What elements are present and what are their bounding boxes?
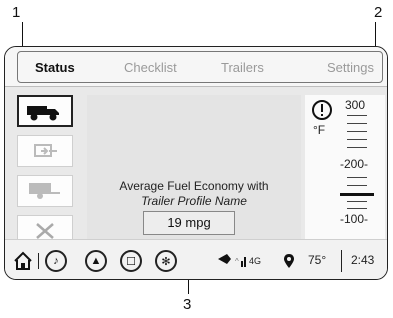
trailer-connect-icon	[34, 144, 57, 157]
trailer-profile-name: Trailer Profile Name	[141, 194, 247, 208]
gauge-tick	[347, 177, 367, 178]
svg-text:^: ^	[235, 257, 239, 266]
gauge-tick	[347, 208, 367, 209]
gauge-label-100: -100-	[340, 212, 369, 226]
sidebar-item-truck[interactable]	[17, 95, 73, 127]
callout-3: 3	[183, 296, 192, 313]
engine-warning-icon	[312, 100, 332, 120]
gauge-tick	[347, 147, 367, 148]
bottom-bar: ♪ ▲ ☐ ✻ ^ 4G 75° 2:43	[5, 239, 387, 279]
divider	[38, 253, 39, 269]
gauge-tick	[347, 139, 367, 140]
signal-icon: ^	[218, 254, 246, 267]
location-icon	[284, 254, 294, 268]
gauge-tick	[347, 185, 367, 186]
infotainment-screen: Status Checklist Trailers Settings Avera…	[4, 46, 388, 280]
tab-checklist[interactable]: Checklist	[124, 60, 177, 75]
sidebar-item-trailer-connect[interactable]	[17, 135, 73, 167]
onstar-icon[interactable]: ✻	[155, 250, 177, 272]
tab-bar: Status Checklist Trailers Settings	[5, 47, 387, 87]
gauge-label-200: -200-	[340, 157, 369, 171]
sidebar-item-trailer[interactable]	[17, 175, 73, 207]
outside-temperature: 75°	[308, 253, 327, 267]
network-type: 4G	[249, 256, 262, 266]
home-icon[interactable]	[13, 251, 33, 271]
fuel-economy-panel: Average Fuel Economy with Trailer Profil…	[87, 95, 301, 253]
truck-icon	[27, 106, 59, 121]
navigation-icon[interactable]: ▲	[85, 250, 107, 272]
tab-trailers[interactable]: Trailers	[221, 60, 264, 75]
clock: 2:43	[351, 253, 375, 267]
gauge-label-300: 300	[345, 98, 366, 112]
gauge-tick	[347, 115, 367, 116]
callout-1: 1	[12, 4, 21, 21]
music-icon[interactable]: ♪	[45, 250, 67, 272]
phone-icon[interactable]: ☐	[120, 250, 142, 272]
temperature-gauge: °F 300 -200- -100-	[305, 95, 385, 253]
fuel-economy-title: Average Fuel Economy with	[119, 179, 269, 193]
tab-settings[interactable]: Settings	[327, 60, 374, 75]
fuel-economy-value: 19 mpg	[143, 211, 235, 235]
gauge-tick	[347, 131, 367, 132]
temperature-unit: °F	[313, 123, 326, 137]
divider	[341, 250, 342, 272]
trailer-icon	[29, 183, 60, 199]
gauge-tick	[347, 201, 367, 202]
gauge-tick	[347, 123, 367, 124]
tab-status[interactable]: Status	[35, 60, 75, 75]
callout-2: 2	[374, 4, 383, 21]
gauge-indicator	[340, 193, 374, 196]
